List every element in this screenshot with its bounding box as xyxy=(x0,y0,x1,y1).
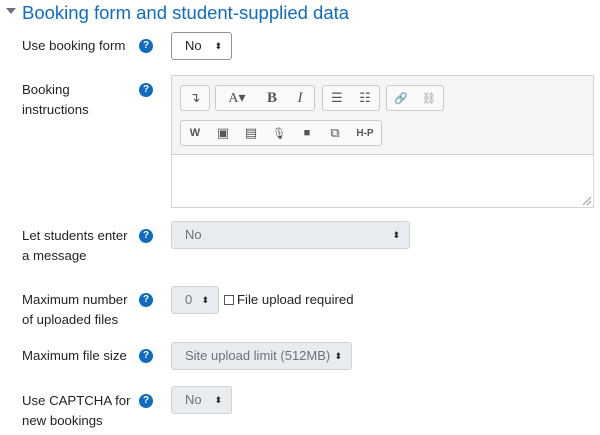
help-icon[interactable]: ? xyxy=(139,394,153,408)
editor-toolbar: ↴ A▾ B I ☰ ☷ 🔗 ⛓ W ▣ ▤ 🎙 ■ ⧉ H-P xyxy=(172,76,593,155)
toolbar-group: W ▣ ▤ 🎙 ■ ⧉ H-P xyxy=(180,120,382,146)
italic-icon[interactable]: I xyxy=(286,86,314,110)
bold-icon[interactable]: B xyxy=(258,86,286,110)
file-upload-required-label[interactable]: File upload required xyxy=(237,292,354,307)
word-import-icon[interactable]: W xyxy=(181,121,209,145)
font-color-icon[interactable]: A▾ xyxy=(216,86,258,110)
ordered-list-icon[interactable]: ☷ xyxy=(351,86,379,110)
select-arrows-icon: ⬍ xyxy=(201,295,209,305)
select-arrows-icon: ⬍ xyxy=(214,395,222,405)
booking-instructions-editor: ↴ A▾ B I ☰ ☷ 🔗 ⛓ W ▣ ▤ 🎙 ■ ⧉ H-P xyxy=(171,75,594,208)
let-students-message-select[interactable]: No ⬍ xyxy=(171,221,410,249)
select-arrows-icon: ⬍ xyxy=(392,230,400,240)
use-captcha-select[interactable]: No ⬍ xyxy=(171,386,232,414)
max-uploaded-files-label: Maximum number of uploaded files xyxy=(22,290,128,330)
help-icon[interactable]: ? xyxy=(139,83,153,97)
selected-value: No xyxy=(185,38,202,53)
help-icon[interactable]: ? xyxy=(139,229,153,243)
selected-value: Site upload limit (512MB) xyxy=(185,348,331,363)
max-uploaded-files-select[interactable]: 0 ⬍ xyxy=(171,286,219,314)
media-icon[interactable]: ▤ xyxy=(237,121,265,145)
help-icon[interactable]: ? xyxy=(139,349,153,363)
label-line: new bookings xyxy=(22,413,103,428)
unlink-icon[interactable]: ⛓ xyxy=(415,86,443,110)
toolbar-group: ↴ xyxy=(180,85,210,111)
let-students-message-label: Let students enter a message xyxy=(22,226,128,266)
toolbar-group: A▾ B I xyxy=(215,85,315,111)
toolbar-group: ☰ ☷ xyxy=(322,85,380,111)
unordered-list-icon[interactable]: ☰ xyxy=(323,86,351,110)
label-line: of uploaded files xyxy=(22,312,119,327)
collapse-toolbar-icon[interactable]: ↴ xyxy=(181,86,209,110)
label-line: Booking xyxy=(22,82,70,97)
link-icon[interactable]: 🔗 xyxy=(387,86,415,110)
image-icon[interactable]: ▣ xyxy=(209,121,237,145)
section-title[interactable]: Booking form and student-supplied data xyxy=(22,2,349,24)
label-line: instructions xyxy=(22,102,89,117)
toolbar-group: 🔗 ⛓ xyxy=(386,85,444,111)
label-line: Let students enter xyxy=(22,228,128,243)
use-booking-form-select[interactable]: No ⬍ xyxy=(171,32,232,60)
label-line: a message xyxy=(22,248,87,263)
max-file-size-select[interactable]: Site upload limit (512MB) ⬍ xyxy=(171,342,352,370)
max-file-size-label: Maximum file size xyxy=(22,348,127,363)
select-arrows-icon: ⬍ xyxy=(214,41,222,51)
selected-value: No xyxy=(185,392,202,407)
editor-content-area[interactable] xyxy=(172,154,593,207)
selected-value: No xyxy=(185,227,202,242)
selected-value: 0 xyxy=(185,292,193,307)
help-icon[interactable]: ? xyxy=(139,39,153,53)
section-collapse-caret-icon[interactable] xyxy=(6,8,16,14)
label-line: Use CAPTCHA for xyxy=(22,393,131,408)
use-captcha-label: Use CAPTCHA for new bookings xyxy=(22,391,130,431)
file-upload-required-checkbox[interactable] xyxy=(224,295,234,305)
label-line: Maximum number xyxy=(22,292,128,307)
h5p-icon[interactable]: H-P xyxy=(349,121,381,145)
record-video-icon[interactable]: ■ xyxy=(293,121,321,145)
use-booking-form-label: Use booking form xyxy=(22,38,126,53)
manage-files-icon[interactable]: ⧉ xyxy=(321,121,349,145)
help-icon[interactable]: ? xyxy=(139,293,153,307)
record-audio-icon[interactable]: 🎙 xyxy=(265,121,293,145)
booking-instructions-label: Booking instructions xyxy=(22,80,89,120)
resize-handle-icon[interactable] xyxy=(583,197,591,205)
select-arrows-icon: ⬍ xyxy=(334,351,342,361)
